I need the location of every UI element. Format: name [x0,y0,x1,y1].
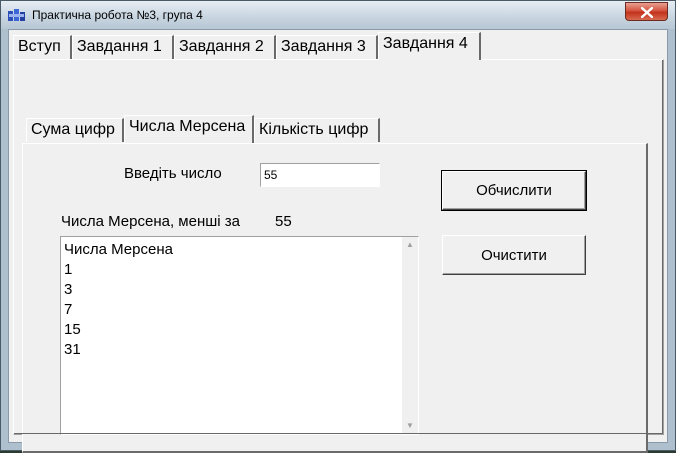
list-item: Числа Мерсена [64,241,173,258]
tab-digit-sum[interactable]: Сума цифр [26,118,124,142]
tab-task-4[interactable]: Завдання 4 [378,32,481,60]
title-bar[interactable]: Практична робота №3, група 4 [1,1,675,29]
clear-button[interactable]: Очистити [442,235,586,275]
tab-mersenne-numbers[interactable]: Числа Мерсена [124,115,254,143]
app-icon[interactable] [8,9,25,23]
number-input[interactable] [260,163,380,187]
result-label: Числа Мерсена, менші за [61,213,240,230]
client-area: Вступ Завдання 1 Завдання 2 Завдання 3 З… [8,29,668,453]
tab-digit-count[interactable]: Кількість цифр [254,118,380,142]
app-window: Практична робота №3, група 4 Вступ Завда… [0,0,676,453]
close-icon [641,7,653,18]
list-item: 31 [64,341,81,358]
number-input-label: Введіть число [124,165,222,182]
result-limit-value: 55 [275,213,292,230]
task-4-panel: Сума цифр Числа Мерсена Кількість цифр В… [13,59,664,453]
list-item: 7 [64,301,73,318]
window-title: Практична робота №3, група 4 [32,8,203,22]
tab-task-2[interactable]: Завдання 2 [174,35,276,59]
list-lines: Числа Мерсена 1 3 7 15 31 [64,240,173,360]
tab-task-1[interactable]: Завдання 1 [72,35,174,59]
calculate-button[interactable]: Обчислити [441,170,587,211]
mersenne-panel: Введіть число Числа Мерсена, менші за 55… [22,143,648,453]
tab-task-3[interactable]: Завдання 3 [276,35,378,59]
list-item: 3 [64,281,73,298]
tab-intro[interactable]: Вступ [13,35,72,59]
mersenne-results-list[interactable]: Числа Мерсена 1 3 7 15 31 ▲ ▼ [60,236,419,435]
scroll-down-icon[interactable]: ▼ [402,418,418,434]
list-item: 1 [64,261,73,278]
list-item: 15 [64,321,81,338]
close-button[interactable] [625,2,668,21]
scroll-up-icon[interactable]: ▲ [402,237,418,253]
vertical-scrollbar[interactable]: ▲ ▼ [402,237,418,434]
